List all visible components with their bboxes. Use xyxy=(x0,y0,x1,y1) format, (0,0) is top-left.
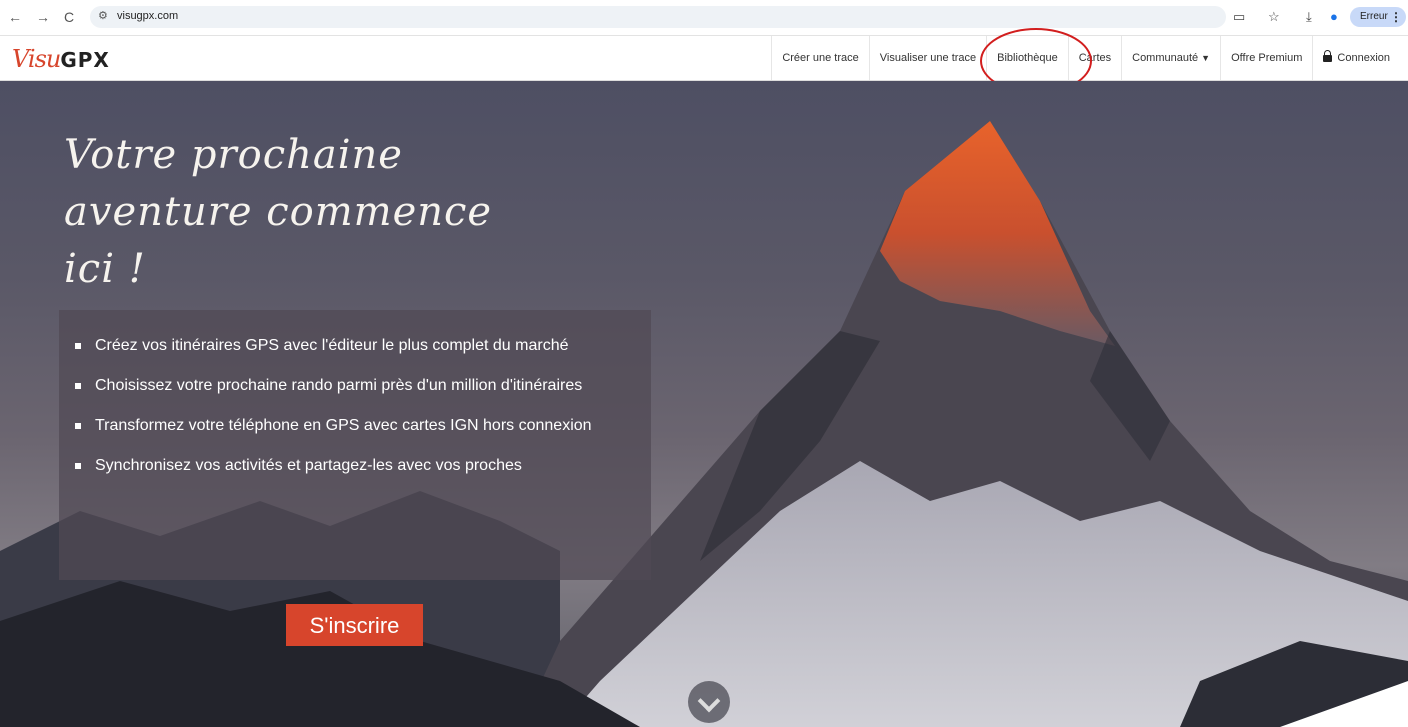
browser-toolbar: ← → C ⚙ visugpx.com ▭ ☆ ⤓ ● Erreur ⋮ xyxy=(0,0,1408,36)
profile-icon[interactable]: ● xyxy=(1330,9,1338,24)
back-icon[interactable]: ← xyxy=(6,8,24,26)
menu-item-offre-premium[interactable]: Offre Premium xyxy=(1220,36,1312,80)
hero-section: Votre prochaine aventure commence ici ! … xyxy=(0,81,1408,727)
feature-list: Créez vos itinéraires GPS avec l'éditeur… xyxy=(59,310,651,476)
hero-title: Votre prochaine aventure commence ici ! xyxy=(64,127,584,298)
feature-item: Synchronisez vos activités et partagez-l… xyxy=(75,456,631,476)
lock-icon xyxy=(1323,50,1333,62)
signup-button[interactable]: S'inscrire xyxy=(286,604,423,646)
download-icon[interactable]: ⤓ xyxy=(1306,9,1312,25)
logo-script: Visu xyxy=(12,45,61,73)
logo-gpx: GPX xyxy=(60,48,110,72)
communaute-label: Communauté xyxy=(1132,52,1199,64)
forward-icon[interactable]: → xyxy=(34,8,52,26)
menu-item-bibliotheque[interactable]: Bibliothèque xyxy=(986,36,1068,80)
reload-icon[interactable]: C xyxy=(60,8,78,26)
menu-item-communaute[interactable]: Communauté ▼ xyxy=(1121,36,1220,80)
connexion-label: Connexion xyxy=(1337,52,1390,64)
bookmark-star-icon[interactable]: ☆ xyxy=(1268,9,1280,25)
menu-item-creer-trace[interactable]: Créer une trace xyxy=(771,36,868,80)
hero-title-line: Votre prochaine xyxy=(64,132,403,178)
feature-item: Transformez votre téléphone en GPS avec … xyxy=(75,416,631,436)
cast-icon[interactable]: ▭ xyxy=(1233,9,1245,25)
chevron-down-icon xyxy=(697,689,721,713)
main-menu: Créer une trace Visualiser une trace Bib… xyxy=(771,36,1408,80)
feature-item: Choisissez votre prochaine rando parmi p… xyxy=(75,376,631,396)
menu-item-connexion[interactable]: Connexion xyxy=(1312,36,1408,80)
visugpx-logo[interactable]: VisuGPX xyxy=(12,45,110,73)
hero-title-line: aventure commence xyxy=(64,189,493,235)
site-info-icon[interactable]: ⚙ xyxy=(98,9,108,22)
caret-down-icon: ▼ xyxy=(1201,53,1211,63)
hero-title-line: ici ! xyxy=(64,246,146,292)
menu-item-cartes[interactable]: Cartes xyxy=(1067,36,1121,80)
profile-error-button[interactable]: Erreur ⋮ xyxy=(1350,7,1406,27)
feature-item: Créez vos itinéraires GPS avec l'éditeur… xyxy=(75,336,631,356)
scroll-down-button[interactable] xyxy=(688,681,730,723)
menu-item-visualiser-trace[interactable]: Visualiser une trace xyxy=(868,36,986,80)
menu-dots-icon[interactable]: ⋮ xyxy=(1380,7,1402,27)
features-panel: Créez vos itinéraires GPS avec l'éditeur… xyxy=(59,310,651,580)
address-bar[interactable]: ⚙ visugpx.com xyxy=(90,6,1226,28)
url-text: visugpx.com xyxy=(117,10,179,22)
site-navbar: VisuGPX Créer une trace Visualiser une t… xyxy=(0,36,1408,81)
